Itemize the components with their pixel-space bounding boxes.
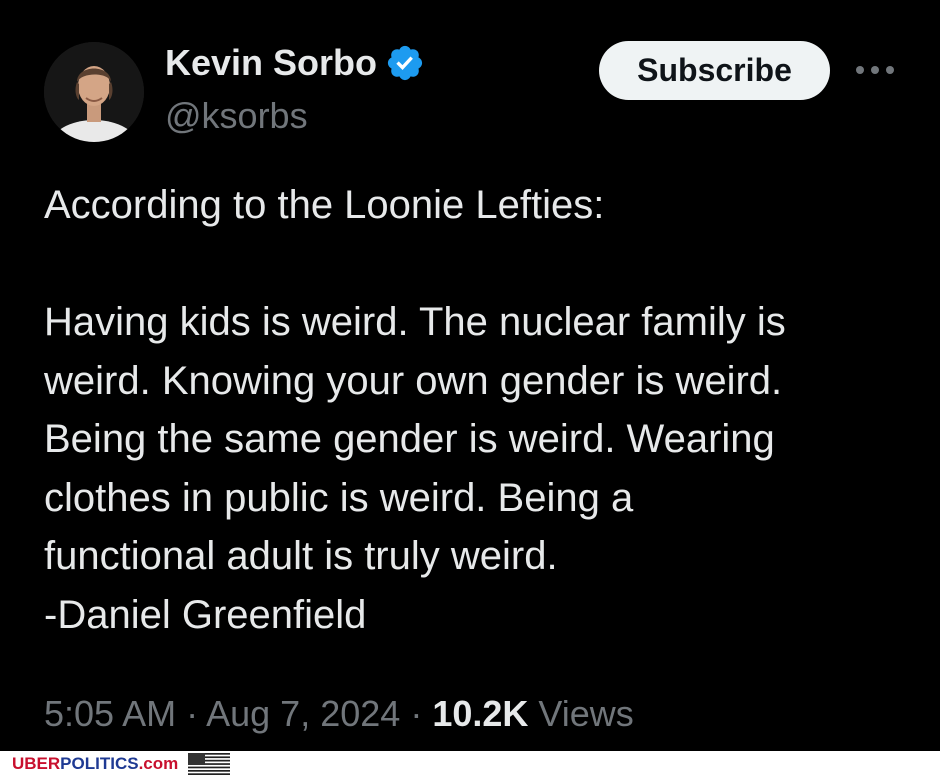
avatar-photo (44, 42, 144, 142)
meta-separator: · (186, 693, 199, 734)
watermark-part-uber: UBER (12, 754, 61, 773)
tweet-meta: 5:05 AM · Aug 7, 2024 · 10.2K Views (44, 693, 634, 735)
tweet-line: Having kids is weird. The nuclear family… (44, 300, 786, 344)
tweet-time[interactable]: 5:05 AM (44, 693, 176, 734)
verified-badge-icon (387, 45, 423, 81)
author-display-name[interactable]: Kevin Sorbo (165, 42, 425, 84)
tweet-line: According to the Loonie Lefties: (44, 183, 605, 227)
tweet-line: functional adult is truly weird. (44, 534, 558, 578)
meta-separator: · (410, 693, 423, 734)
us-flag-icon (188, 753, 230, 775)
subscribe-button[interactable]: Subscribe (599, 41, 830, 100)
watermark-part-domain: .com (138, 754, 179, 773)
views-count: 10.2K (432, 693, 529, 734)
watermark-text: UBERPOLITICS.com (12, 754, 178, 774)
author-handle[interactable]: @ksorbs (165, 95, 308, 137)
tweet-line: -Daniel Greenfield (44, 592, 367, 637)
views-label: Views (538, 693, 634, 734)
author-name-text: Kevin Sorbo (165, 42, 378, 83)
tweet-line: clothes in public is weird. Being a (44, 475, 634, 520)
watermark-part-politics: POLITICS (60, 754, 139, 773)
avatar[interactable] (44, 42, 144, 142)
tweet-line: weird. Knowing your own gender is weird. (44, 358, 783, 403)
tweet-text: According to the Loonie Lefties: Having … (44, 176, 914, 644)
ellipsis-icon[interactable] (852, 56, 898, 84)
tweet-line: Being the same gender is weird. Wearing (44, 417, 775, 461)
tweet-date[interactable]: Aug 7, 2024 (206, 693, 400, 734)
tweet-line (44, 235, 914, 294)
watermark-bar: UBERPOLITICS.com (0, 751, 940, 777)
